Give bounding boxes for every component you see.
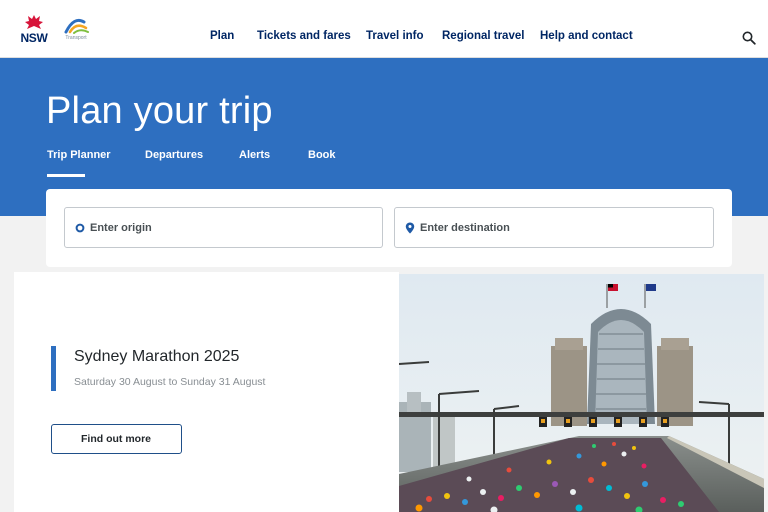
marathon-bridge-image	[399, 274, 764, 512]
location-pin-icon	[405, 222, 415, 234]
nav-item-help-and-contact[interactable]: Help and contact	[540, 30, 633, 42]
transport-logo[interactable]: Transport	[60, 14, 92, 44]
nav-item-regional-travel[interactable]: Regional travel	[442, 30, 524, 42]
waratah-icon	[25, 15, 43, 29]
search-icon[interactable]	[742, 31, 756, 45]
nsw-logo[interactable]: NSW	[18, 14, 50, 45]
origin-circle-icon	[75, 223, 85, 233]
active-tab-indicator	[47, 174, 85, 177]
transport-logo-text: Transport	[65, 35, 87, 41]
transport-arc-icon	[64, 18, 89, 34]
nav-item-plan[interactable]: Plan	[210, 30, 234, 42]
feature-card: Sydney Marathon 2025 Saturday 30 August …	[14, 272, 399, 512]
feature-title: Sydney Marathon 2025	[74, 348, 240, 365]
page-title: Plan your trip	[46, 90, 273, 132]
tab-alerts[interactable]: Alerts	[239, 149, 270, 161]
origin-input[interactable]: Enter origin	[64, 207, 383, 248]
origin-placeholder: Enter origin	[90, 222, 152, 234]
find-out-more-label: Find out more	[81, 433, 151, 445]
destination-input[interactable]: Enter destination	[394, 207, 714, 248]
nav-item-travel-info[interactable]: Travel info	[366, 30, 424, 42]
nav-item-tickets-and-fares[interactable]: Tickets and fares	[257, 30, 351, 42]
tab-departures[interactable]: Departures	[145, 149, 203, 161]
trip-planner-card: Enter origin Enter destination	[46, 189, 732, 267]
tab-book[interactable]: Book	[308, 149, 336, 161]
nsw-logo-text: NSW	[20, 31, 48, 45]
bridge-photo-illustration	[399, 274, 764, 512]
feature-subtitle: Saturday 30 August to Sunday 31 August	[74, 376, 266, 388]
site-header: NSW Transport Plan Tickets and fares Tra…	[0, 0, 768, 58]
tab-trip-planner[interactable]: Trip Planner	[47, 149, 111, 161]
find-out-more-button[interactable]: Find out more	[51, 424, 182, 454]
destination-placeholder: Enter destination	[420, 222, 510, 234]
feature-accent-bar	[51, 346, 56, 391]
